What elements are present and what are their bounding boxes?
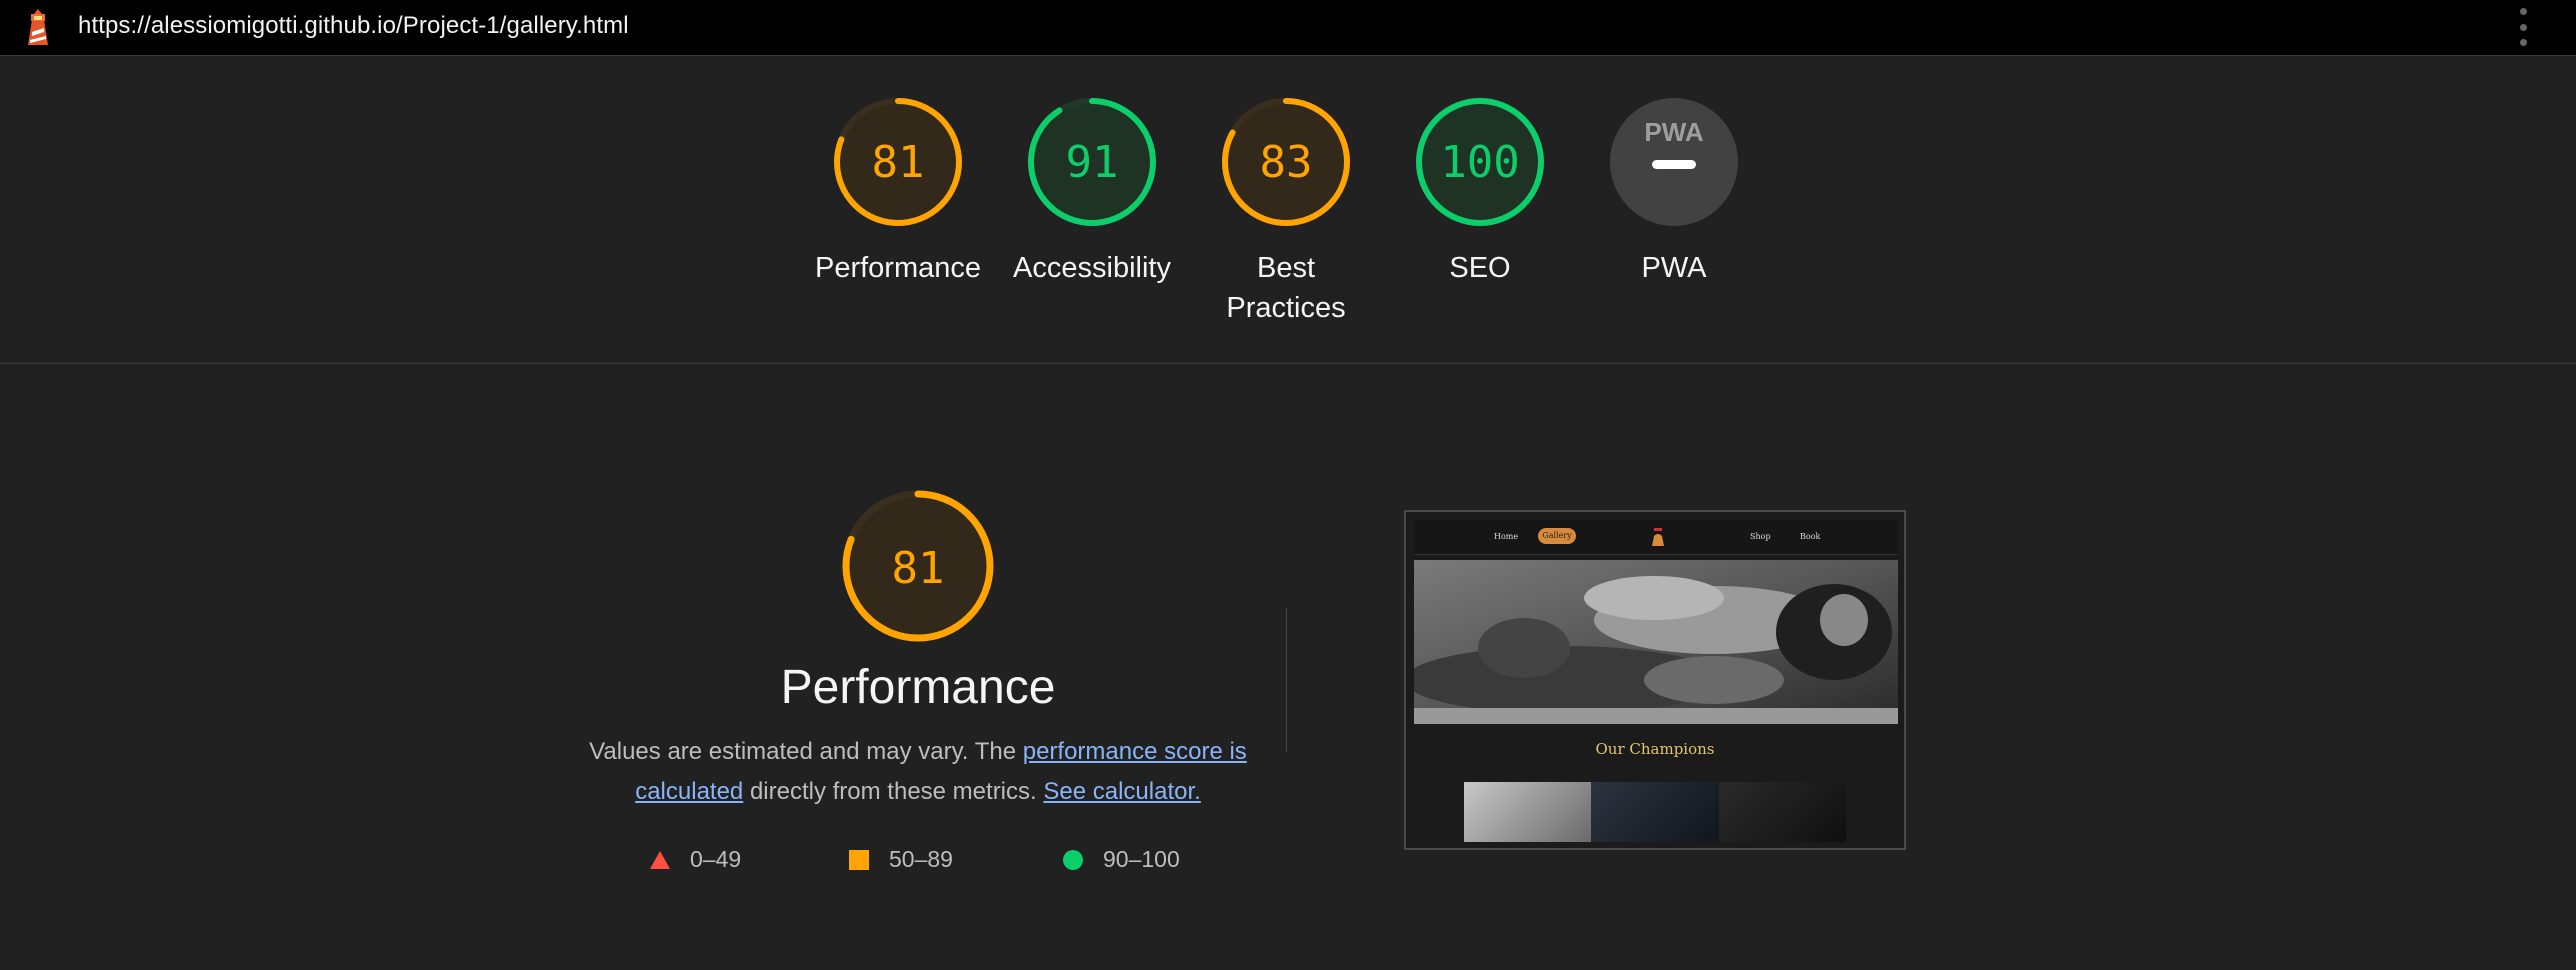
- gauge-accessibility[interactable]: 91 Accessibility: [997, 96, 1187, 288]
- square-icon: [849, 849, 869, 870]
- circle-icon: [1063, 849, 1083, 870]
- performance-title: Performance: [780, 661, 1056, 714]
- screenshot-nav: Home Gallery Shop Book: [1414, 520, 1898, 555]
- gauge-label-accessibility: Accessibility: [1013, 252, 1171, 284]
- performance-score-large: 81: [892, 543, 945, 594]
- legend-average-range: 50–89: [889, 846, 953, 872]
- pwa-badge-icon: PWA: [1610, 98, 1738, 226]
- gauge-score-performance: 81: [872, 137, 925, 188]
- screenshot-nav-book: Book: [1800, 532, 1821, 541]
- gauge-label-best-practices: Best Practices: [1226, 252, 1346, 324]
- screenshot-card-image: [1464, 782, 1592, 842]
- gauge-label-pwa: PWA: [1641, 252, 1707, 284]
- screenshot-hero-image: [1414, 560, 1898, 724]
- score-gauges: 81 Performance 91 Accessibility 83 Best …: [0, 56, 2576, 364]
- description-text: Values are estimated and may vary. The: [589, 738, 1023, 765]
- performance-section: 81 Performance Values are estimated and …: [0, 364, 2576, 970]
- gauge-seo[interactable]: 100 SEO: [1385, 96, 1575, 288]
- screenshot-nav-home: Home: [1494, 532, 1519, 541]
- description-text-middle: directly from these metrics.: [743, 778, 1044, 805]
- screenshot-cards: [1464, 782, 1846, 848]
- browser-top-bar: https://alessiomigotti.github.io/Project…: [0, 0, 2576, 56]
- legend-pass-range: 90–100: [1103, 846, 1180, 872]
- gauge-label-performance: Performance: [814, 252, 981, 284]
- section-divider: [1286, 608, 1287, 752]
- screenshot-card-image: [1591, 782, 1719, 842]
- gauge-best-practices[interactable]: 83 Best Practices: [1191, 96, 1381, 328]
- screenshot-nav-shop: Shop: [1750, 532, 1771, 541]
- performance-description: Values are estimated and may vary. The p…: [588, 732, 1248, 812]
- page-screenshot-thumbnail[interactable]: Home Gallery Shop Book Our Champions: [1404, 510, 1906, 850]
- page-url[interactable]: https://alessiomigotti.github.io/Project…: [78, 12, 629, 40]
- pwa-badge-text: PWA: [1644, 117, 1703, 147]
- gauge-label-seo: SEO: [1449, 252, 1511, 284]
- screenshot-card-image: [1718, 782, 1846, 842]
- legend-fail-range: 0–49: [690, 846, 742, 872]
- triangle-icon: [650, 850, 670, 869]
- legend-average: 50–89: [849, 846, 953, 873]
- screenshot-heading: Our Champions: [1595, 740, 1715, 758]
- gauge-ring-accessibility: 91: [1028, 98, 1156, 226]
- legend-fail: 0–49: [650, 846, 741, 873]
- pwa-dash-icon: [1652, 160, 1696, 169]
- gauge-ring-best-practices: 83: [1222, 98, 1350, 226]
- performance-gauge-large: 81: [842, 490, 994, 642]
- gauge-ring-performance: 81: [834, 98, 962, 226]
- kebab-menu-icon[interactable]: [2516, 8, 2530, 46]
- see-calculator-link[interactable]: See calculator.: [1043, 778, 1200, 805]
- gauge-score-best-practices: 83: [1260, 137, 1313, 188]
- gauge-ring-seo: 100: [1416, 98, 1544, 226]
- gauge-score-accessibility: 91: [1066, 137, 1119, 188]
- gauge-score-seo: 100: [1440, 137, 1519, 188]
- gauge-performance[interactable]: 81 Performance: [803, 96, 993, 288]
- legend-pass: 90–100: [1063, 846, 1180, 873]
- screenshot-nav-gallery: Gallery: [1538, 528, 1576, 544]
- gauge-pwa[interactable]: PWA PWA: [1579, 96, 1769, 288]
- screenshot-logo-icon: [1652, 528, 1664, 546]
- lighthouse-icon: [28, 9, 48, 45]
